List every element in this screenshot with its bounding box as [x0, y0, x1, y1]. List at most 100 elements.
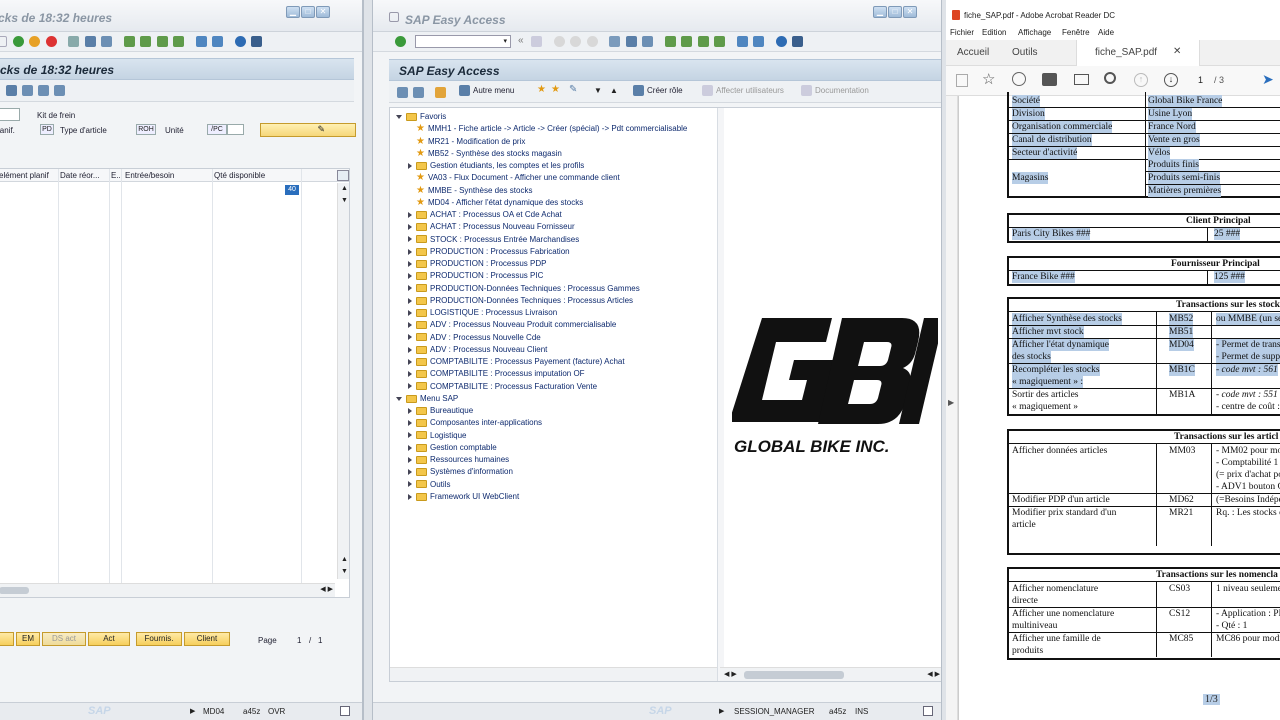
- tree-node-menu[interactable]: Bureautique: [396, 405, 717, 417]
- autre-menu-button[interactable]: Autre menu: [459, 85, 514, 97]
- expand-icon[interactable]: [408, 260, 412, 267]
- splitter[interactable]: [718, 108, 724, 681]
- expand-icon[interactable]: [408, 322, 412, 329]
- mail-icon[interactable]: [1074, 74, 1089, 85]
- tree-node-favorite[interactable]: STOCK : Processus Entrée Marchandises: [396, 234, 717, 246]
- next-page-icon[interactable]: [156, 36, 168, 48]
- expand-icon[interactable]: [408, 432, 412, 439]
- creer-role-button[interactable]: Créer rôle: [633, 85, 683, 97]
- prev-page-icon[interactable]: ↑: [1134, 73, 1148, 87]
- expand-icon[interactable]: [408, 236, 412, 243]
- tree-node-favorite[interactable]: ★ MD04 - Afficher l'état dynamique des st…: [396, 197, 717, 209]
- tree-node-menu[interactable]: Ressources humaines: [396, 454, 717, 466]
- qte-value[interactable]: 40: [285, 185, 299, 195]
- close-button[interactable]: ✕: [316, 6, 330, 18]
- expand-icon[interactable]: [408, 162, 412, 169]
- expand-icon[interactable]: [408, 358, 412, 365]
- vertical-scrollbar[interactable]: ▲ ▼ ▲ ▼: [337, 183, 349, 579]
- tree-node-favorite[interactable]: LOGISTIQUE : Processus Livraison: [396, 307, 717, 319]
- enter-icon[interactable]: [395, 36, 406, 47]
- refresh-icon[interactable]: [6, 85, 17, 96]
- first-page-icon[interactable]: [123, 36, 135, 48]
- prev-page-icon[interactable]: [681, 36, 693, 48]
- tree-node-favorite[interactable]: COMPTABILITE : Processus Payement (factu…: [396, 356, 717, 368]
- documentation-button[interactable]: Documentation: [801, 85, 869, 97]
- tree-node-menu[interactable]: Logistique: [396, 430, 717, 442]
- other-menu-icon[interactable]: [435, 87, 446, 98]
- next-page-icon[interactable]: [697, 36, 709, 48]
- close-tab-icon[interactable]: ✕: [1173, 46, 1181, 57]
- layout-icon[interactable]: [792, 36, 804, 48]
- new-session-icon[interactable]: [195, 36, 207, 48]
- expand-icon[interactable]: [408, 371, 412, 378]
- expand-icon[interactable]: [408, 248, 412, 255]
- back-icon[interactable]: [553, 36, 565, 48]
- back-icon[interactable]: [12, 36, 24, 48]
- status-tcode[interactable]: MD04: [203, 707, 224, 716]
- act-button[interactable]: Act: [88, 632, 130, 646]
- tree-node-menu[interactable]: Gestion comptable: [396, 442, 717, 454]
- expand-icon[interactable]: [408, 297, 412, 304]
- ds-act-button[interactable]: DS act: [42, 632, 86, 646]
- footer-btn-0[interactable]: [0, 632, 14, 646]
- move-up-icon[interactable]: ▲: [610, 86, 618, 95]
- content-scrollbar[interactable]: ◀ ▶ ◀ ▶: [720, 667, 941, 681]
- tree-node-favorite[interactable]: PRODUCTION : Processus PDP: [396, 258, 717, 270]
- status-play-icon[interactable]: ▶: [719, 707, 724, 715]
- tree-node-favorite[interactable]: ACHAT : Processus OA et Cde Achat: [396, 209, 717, 221]
- tree-node-favorite[interactable]: PRODUCTION-Données Techniques : Processu…: [396, 295, 717, 307]
- expand-icon[interactable]: [408, 456, 412, 463]
- delete-favorite-icon[interactable]: ★: [551, 84, 560, 95]
- help-icon[interactable]: [775, 36, 787, 48]
- zoom-out-icon[interactable]: [1104, 72, 1116, 84]
- filter-icon[interactable]: [22, 85, 33, 96]
- tree-node-favoris[interactable]: Favoris: [396, 111, 717, 123]
- tree-node-menu[interactable]: Framework UI WebClient: [396, 491, 717, 503]
- expand-icon[interactable]: [408, 420, 412, 427]
- new-session-icon[interactable]: [736, 36, 748, 48]
- tree-node-menu[interactable]: Composantes inter-applications: [396, 417, 717, 429]
- tree-node-favorite[interactable]: ★ VA03 - Flux Document - Afficher une com…: [396, 172, 717, 184]
- expand-icon[interactable]: [408, 309, 412, 316]
- status-session[interactable]: SESSION_MANAGER: [734, 707, 814, 716]
- tree-node-favorite[interactable]: ★ MMBE - Synthèse des stocks: [396, 185, 717, 197]
- close-button[interactable]: ✕: [903, 6, 917, 18]
- expand-icon[interactable]: [408, 383, 412, 390]
- expand-icon[interactable]: [408, 224, 412, 231]
- command-field[interactable]: ▾: [415, 35, 511, 48]
- menu-fenetre[interactable]: Fenêtre: [1062, 28, 1090, 37]
- side-panel-toggle[interactable]: ▶: [946, 96, 958, 720]
- upload-icon[interactable]: [1012, 72, 1026, 86]
- minimize-button[interactable]: ▁: [286, 6, 300, 18]
- tree-node-favorite[interactable]: ADV : Processus Nouveau Produit commerci…: [396, 319, 717, 331]
- expand-icon[interactable]: [408, 469, 412, 476]
- menu-affichage[interactable]: Affichage: [1018, 28, 1051, 37]
- prev-page-icon[interactable]: [140, 36, 152, 48]
- menu-edition[interactable]: Edition: [982, 28, 1006, 37]
- status-play-icon[interactable]: ▶: [190, 707, 195, 715]
- expand-icon[interactable]: [408, 334, 412, 341]
- find-next-icon[interactable]: [101, 36, 113, 48]
- cancel-icon[interactable]: [586, 36, 598, 48]
- add-favorite-icon[interactable]: ★: [537, 84, 546, 95]
- tree-node-menu[interactable]: Systèmes d'information: [396, 466, 717, 478]
- help-icon[interactable]: [234, 36, 246, 48]
- page-input[interactable]: 1: [1198, 75, 1203, 85]
- tree-node-favorite[interactable]: PRODUCTION : Processus Fabrication: [396, 246, 717, 258]
- move-down-icon[interactable]: ▼: [594, 86, 602, 95]
- menu-fichier[interactable]: Fichier: [950, 28, 974, 37]
- tree-node-menu-sap[interactable]: Menu SAP: [396, 393, 717, 405]
- tab-document[interactable]: fiche_SAP.pdf ✕: [1076, 40, 1200, 66]
- expand-icon[interactable]: [408, 493, 412, 500]
- first-page-icon[interactable]: [664, 36, 676, 48]
- tree-scrollbar[interactable]: [390, 667, 717, 681]
- next-page-icon[interactable]: ↓: [1164, 73, 1178, 87]
- tree-node-favorite[interactable]: ★ MR21 - Modification de prix: [396, 136, 717, 148]
- find-icon[interactable]: [84, 36, 96, 48]
- tree-node-favorite[interactable]: COMPTABILITE : Processus Facturation Ven…: [396, 381, 717, 393]
- bookmark-star-icon[interactable]: ☆: [982, 70, 995, 88]
- shortcut-icon[interactable]: [212, 36, 224, 48]
- tree-node-favorite[interactable]: PRODUCTION-Données Techniques : Processu…: [396, 283, 717, 295]
- layout-icon[interactable]: [251, 36, 263, 48]
- display-icon[interactable]: [54, 85, 65, 96]
